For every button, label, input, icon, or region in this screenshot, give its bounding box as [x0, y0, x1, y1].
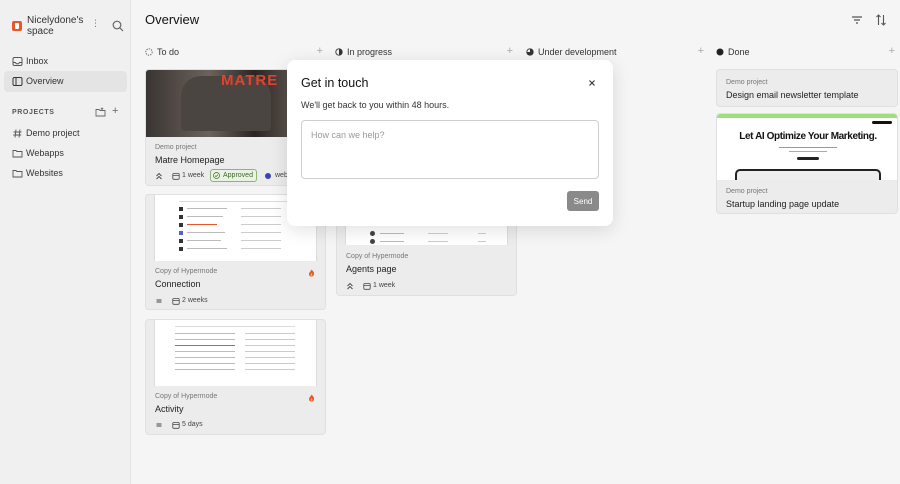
add-card-icon[interactable]: +: [889, 46, 895, 57]
filter-icon[interactable]: [850, 13, 864, 27]
column-label: Under development: [538, 47, 617, 57]
card-title: Activity: [155, 404, 184, 414]
column-label: In progress: [347, 47, 393, 57]
nav-item-label: Inbox: [26, 56, 49, 66]
card-title: Matre Homepage: [155, 155, 225, 165]
more-vertical-icon[interactable]: ⋮: [91, 18, 100, 29]
thumbnail-text: Let AI Optimize Your Marketing.: [739, 131, 877, 142]
status-badge: Approved: [210, 169, 257, 182]
add-card-icon[interactable]: +: [507, 46, 513, 57]
status-todo-icon: [145, 48, 153, 56]
card-title: Design email newsletter template: [726, 90, 859, 100]
column-label: To do: [157, 47, 180, 57]
projects-section-label: PROJECTS: [12, 109, 55, 116]
column-header-under-development: Under development +: [526, 46, 704, 60]
calendar-icon: [172, 422, 180, 429]
card-meta: 1 week: [346, 281, 516, 292]
status-done-icon: [716, 48, 724, 56]
card-project: Copy of Hypermode: [346, 253, 409, 260]
modal-subtitle: We'll get back to you within 48 hours.: [301, 100, 450, 110]
project-item-websites[interactable]: Websites: [4, 163, 127, 184]
hypermode-logo-icon: [309, 394, 315, 402]
nav-item-overview[interactable]: Overview: [4, 71, 127, 92]
search-icon[interactable]: [111, 19, 125, 33]
tag-dot: [265, 173, 271, 179]
card-project: Copy of Hypermode: [155, 393, 218, 400]
calendar-icon: [172, 298, 180, 305]
send-button[interactable]: Send: [567, 191, 599, 211]
status-in-progress-icon: [335, 48, 343, 56]
folder-icon: [12, 150, 23, 158]
project-item-webapps[interactable]: Webapps: [4, 143, 127, 164]
close-icon[interactable]: [587, 78, 597, 88]
page-title: Overview: [145, 12, 200, 27]
card-project: Demo project: [155, 144, 197, 151]
column-label: Done: [728, 47, 750, 57]
nav-item-inbox[interactable]: Inbox: [4, 51, 127, 72]
card-title: Agents page: [346, 264, 397, 274]
card-startup-landing-page[interactable]: Let AI Optimize Your Marketing. Demo pro…: [716, 113, 898, 214]
folder-icon: [12, 170, 23, 178]
sidebar-panel-icon: [12, 77, 23, 86]
new-folder-icon[interactable]: [95, 107, 106, 118]
hypermode-logo-icon: [309, 269, 315, 277]
add-card-icon[interactable]: +: [317, 46, 323, 57]
project-item-label: Webapps: [26, 148, 64, 158]
thumbnail-text: MATRE: [221, 72, 279, 89]
badge-label: Approved: [223, 172, 253, 179]
card-project: Copy of Hypermode: [155, 268, 218, 275]
priority-medium-icon: [156, 299, 162, 303]
sort-icon[interactable]: [874, 13, 888, 27]
nav-item-label: Overview: [26, 76, 64, 86]
calendar-icon: [172, 173, 180, 180]
card-title: Startup landing page update: [726, 199, 840, 209]
project-item-label: Demo project: [26, 128, 80, 138]
hash-icon: [13, 129, 22, 138]
workspace-switcher[interactable]: Nicelydone's space ⋮: [10, 14, 125, 40]
card-thumbnail: [154, 320, 317, 386]
sidebar: Nicelydone's space ⋮ Inbox Overview PROJ…: [0, 0, 131, 484]
column-header-todo: To do +: [145, 46, 323, 60]
card-thumbnail: Let AI Optimize Your Marketing.: [717, 114, 897, 180]
check-circle-icon: [213, 172, 220, 179]
add-project-icon[interactable]: +: [112, 106, 118, 117]
card-duration: 1 week: [373, 282, 396, 289]
card-activity[interactable]: Copy of Hypermode Activity 5 days: [145, 319, 326, 435]
column-header-in-progress: In progress +: [335, 46, 513, 60]
inbox-icon: [12, 57, 23, 66]
workspace-name: Nicelydone's space: [27, 15, 84, 37]
workspace-logo: [12, 21, 22, 31]
project-item-label: Websites: [26, 168, 63, 178]
priority-high-icon: [347, 282, 353, 290]
get-in-touch-modal: Get in touch We'll get back to you withi…: [287, 60, 613, 226]
project-item-demo-project[interactable]: Demo project: [4, 123, 127, 144]
card-design-email-newsletter[interactable]: Demo project Design email newsletter tem…: [716, 69, 898, 107]
tag-label: web: [275, 172, 288, 179]
card-project: Demo project: [726, 188, 768, 195]
card-duration: 5 days: [182, 421, 203, 428]
card-project: Demo project: [726, 79, 768, 86]
card-meta: 2 weeks: [155, 296, 325, 307]
card-duration: 2 weeks: [182, 297, 208, 304]
card-duration: 1 week: [182, 172, 205, 179]
column-header-done: Done +: [716, 46, 895, 60]
priority-medium-icon: [156, 423, 162, 427]
card-title: Connection: [155, 279, 201, 289]
add-card-icon[interactable]: +: [698, 46, 704, 57]
modal-title: Get in touch: [301, 76, 369, 90]
priority-high-icon: [156, 172, 162, 180]
card-meta: 5 days: [155, 420, 325, 431]
message-textarea[interactable]: [301, 120, 599, 179]
calendar-icon: [363, 283, 371, 290]
status-under-development-icon: [526, 48, 534, 56]
